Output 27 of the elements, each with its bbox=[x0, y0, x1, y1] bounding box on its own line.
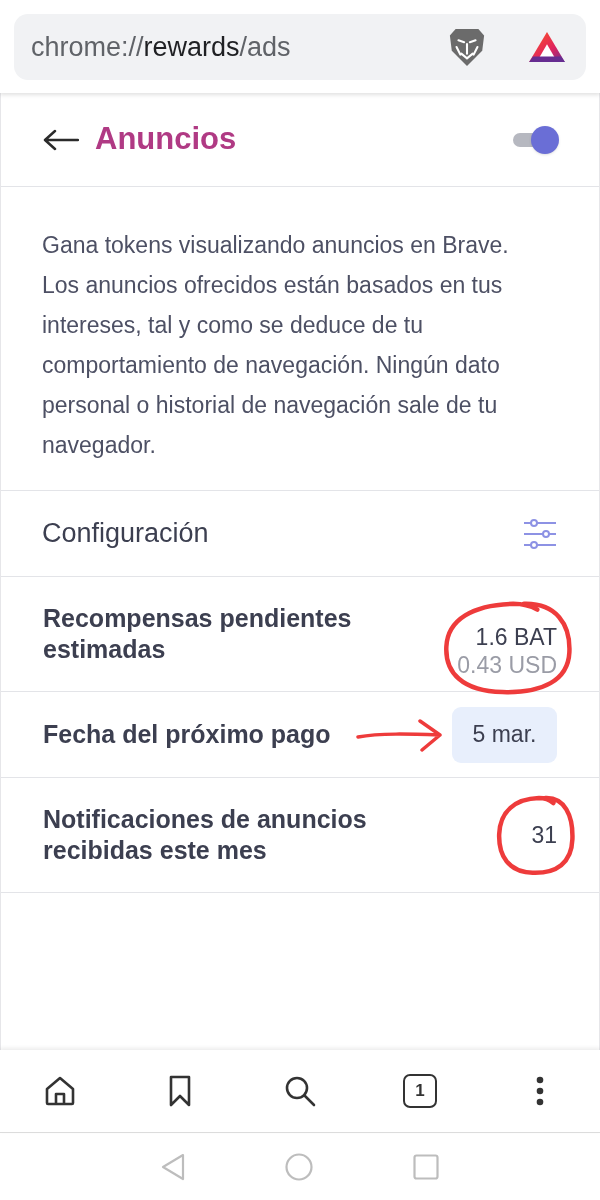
shield-icon[interactable] bbox=[448, 26, 486, 68]
description-text: Gana tokens visualizando anuncios en Brave. Los anuncios ofrecidos están basados en tus intereses, tal y como se deduce de tu comportamiento de navegación. Ningún dato personal o historial de navegación sale de tu navegador. bbox=[42, 231, 510, 460]
stat-value: 31 bbox=[531, 821, 557, 849]
back-arrow-icon bbox=[43, 128, 79, 151]
settings-label: Configuración bbox=[42, 517, 210, 551]
more-dots-icon bbox=[536, 1076, 544, 1106]
ads-toggle[interactable] bbox=[513, 125, 559, 154]
back-button[interactable] bbox=[43, 128, 79, 151]
url-text: chrome://rewards/ads bbox=[31, 30, 292, 64]
stat-value: 1.6 BAT bbox=[475, 623, 557, 651]
search-button[interactable] bbox=[284, 1075, 316, 1107]
menu-button[interactable] bbox=[536, 1076, 544, 1106]
stat-label: Fecha del próximo pago bbox=[43, 719, 331, 750]
tab-switcher-button[interactable]: 1 bbox=[403, 1074, 437, 1108]
page-title: Anuncios bbox=[95, 120, 237, 159]
bookmark-icon bbox=[168, 1075, 192, 1107]
home-icon bbox=[44, 1075, 76, 1107]
stat-label: Recompensas pendientes estimadas bbox=[43, 603, 353, 665]
bookmarks-button[interactable] bbox=[168, 1075, 192, 1107]
home-button[interactable] bbox=[44, 1075, 76, 1107]
stat-label: Notificaciones de anuncios recibidas este mes bbox=[43, 804, 368, 866]
search-icon bbox=[284, 1075, 316, 1107]
stat-secondary-value: 0.43 USD bbox=[457, 651, 557, 679]
sliders-settings-icon[interactable] bbox=[523, 518, 557, 549]
address-bar[interactable]: chrome://rewards/ads bbox=[14, 14, 586, 80]
payment-date-badge: 5 mar. bbox=[452, 706, 557, 763]
triangle-logo-icon[interactable] bbox=[528, 31, 566, 63]
